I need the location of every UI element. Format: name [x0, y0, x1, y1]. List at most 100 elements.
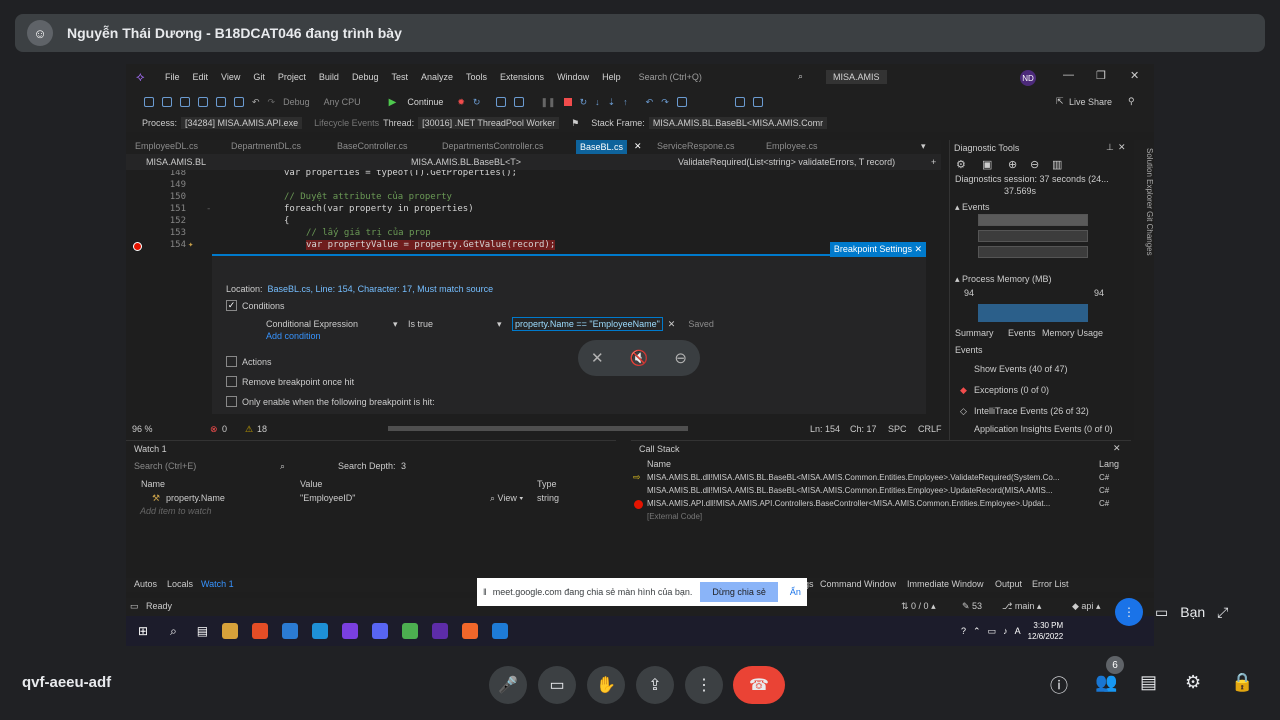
- live-share-icon[interactable]: ⇱: [1056, 96, 1064, 107]
- repo-status[interactable]: ◆ api ▴: [1072, 601, 1100, 612]
- chrome-icon[interactable]: [402, 623, 419, 639]
- tab-servicerespone[interactable]: ServiceRespone.cs: [657, 141, 735, 151]
- search-icon[interactable]: ⌕: [280, 461, 285, 472]
- restart-icon[interactable]: ↻: [580, 97, 588, 108]
- menu-view[interactable]: View: [221, 72, 240, 82]
- tab-summary[interactable]: Summary: [955, 328, 994, 338]
- open-icon[interactable]: [198, 97, 208, 107]
- remove-condition-icon[interactable]: ✕: [668, 319, 676, 330]
- tab-output[interactable]: Output: [995, 579, 1022, 589]
- menu-window[interactable]: Window: [557, 72, 589, 82]
- flag-icon[interactable]: ⚑: [571, 118, 579, 129]
- network-icon[interactable]: ▭: [988, 626, 997, 637]
- menu-file[interactable]: File: [165, 72, 180, 82]
- tab-overflow-icon[interactable]: ▾: [921, 141, 926, 152]
- config-select[interactable]: Debug: [283, 97, 310, 107]
- tab-employeedl[interactable]: EmployeeDL.cs: [135, 141, 198, 151]
- menu-build[interactable]: Build: [319, 72, 339, 82]
- clock[interactable]: 3:30 PM 12/6/2022: [1028, 620, 1064, 642]
- mute-off-icon[interactable]: 🔇: [630, 349, 649, 367]
- error-count[interactable]: 0: [222, 424, 227, 434]
- call-stack-row[interactable]: MISA.AMIS.BL.dll!MISA.AMIS.BL.BaseBL<MIS…: [647, 486, 1052, 495]
- language-icon[interactable]: A: [1015, 626, 1021, 636]
- intellitrace-link[interactable]: IntelliTrace Events (26 of 32): [974, 406, 1089, 416]
- hot-reload-icon[interactable]: ✹: [457, 97, 465, 108]
- lifecycle-events-button[interactable]: Lifecycle Events: [314, 118, 379, 128]
- undo-icon[interactable]: ↶: [252, 97, 260, 108]
- platform-select[interactable]: Any CPU: [324, 97, 361, 107]
- condition-op-select[interactable]: Is true: [408, 319, 492, 329]
- tab-autos[interactable]: Autos: [134, 579, 157, 589]
- microphone-button[interactable]: 🎤: [489, 666, 527, 704]
- present-screen-button[interactable]: ⇪: [636, 666, 674, 704]
- menu-git[interactable]: Git: [253, 72, 265, 82]
- nav-class[interactable]: MISA.AMIS.BL.BaseBL<T>: [411, 157, 521, 167]
- camera-button[interactable]: ▭: [538, 666, 576, 704]
- chevron-down-icon[interactable]: ▾: [497, 319, 507, 330]
- show-events-link[interactable]: Show Events (40 of 47): [974, 364, 1068, 374]
- menu-help[interactable]: Help: [602, 72, 621, 82]
- discord-icon[interactable]: [372, 623, 389, 639]
- split-editor-icon[interactable]: +: [931, 157, 936, 167]
- zoom-level[interactable]: 96 %: [132, 424, 153, 434]
- minimize-icon[interactable]: —: [1063, 69, 1074, 81]
- close-tab-icon[interactable]: ✕: [634, 141, 642, 152]
- feedback-icon[interactable]: ⚲: [1128, 96, 1135, 107]
- remove-icon[interactable]: ⊖: [674, 349, 687, 367]
- call-stack-row[interactable]: MISA.AMIS.BL.dll!MISA.AMIS.BL.BaseBL<MIS…: [647, 473, 1059, 482]
- chat-icon[interactable]: ▤: [1140, 672, 1157, 693]
- postman-icon[interactable]: [462, 623, 479, 639]
- chevron-down-icon[interactable]: ▾: [393, 319, 403, 330]
- drag-handle-icon[interactable]: ‖: [483, 587, 487, 597]
- settings-gear-icon[interactable]: ⚙: [956, 158, 966, 171]
- tab-immediate-window[interactable]: Immediate Window: [907, 579, 984, 589]
- pending-edits[interactable]: ✎ 53: [962, 601, 982, 612]
- cs-col-name[interactable]: Name: [647, 459, 671, 469]
- brave-browser-icon[interactable]: [252, 623, 269, 639]
- redo-icon[interactable]: ↷: [268, 97, 276, 108]
- camera-off-icon[interactable]: ▭: [1155, 604, 1168, 621]
- nav-method[interactable]: ValidateRequired(List<string> validateEr…: [678, 157, 895, 167]
- snapshot-icon[interactable]: ▣: [982, 158, 992, 171]
- external-code-row[interactable]: [External Code]: [647, 512, 702, 521]
- view-visualizer-button[interactable]: ⌕ View ▾: [490, 493, 523, 504]
- window-icon[interactable]: [514, 97, 525, 107]
- save-all-icon[interactable]: [234, 97, 244, 107]
- expand-icon[interactable]: ⤢: [1217, 604, 1228, 621]
- tab-command-window[interactable]: Command Window: [820, 579, 896, 589]
- call-stack-row[interactable]: MISA.AMIS.API.dll!MISA.AMIS.API.Controll…: [647, 499, 1050, 508]
- condition-expression-input[interactable]: property.Name == "EmployeeName": [512, 317, 663, 331]
- col-value[interactable]: Value: [300, 479, 322, 489]
- collapse-icon[interactable]: -: [206, 204, 211, 214]
- continue-icon[interactable]: ▶: [389, 97, 397, 108]
- tab-departmentdl[interactable]: DepartmentDL.cs: [231, 141, 301, 151]
- zoom-out-icon[interactable]: ⊖: [1030, 158, 1039, 171]
- user-avatar[interactable]: ND: [1020, 70, 1036, 86]
- line-ending-indicator[interactable]: CRLF: [918, 424, 942, 434]
- conditions-checkbox[interactable]: ✓: [226, 300, 237, 311]
- stack-frame-select[interactable]: MISA.AMIS.BL.BaseBL<MISA.AMIS.Comr: [648, 117, 828, 129]
- step-out-icon[interactable]: ↑: [623, 97, 628, 107]
- horizontal-scrollbar[interactable]: [388, 426, 688, 431]
- watch-row-value[interactable]: "EmployeeID": [300, 493, 355, 503]
- search-depth-select[interactable]: 3: [401, 461, 406, 471]
- refresh-icon[interactable]: ↻: [473, 97, 481, 108]
- terminal-icon[interactable]: [432, 623, 449, 639]
- info-icon[interactable]: ⓘ: [1050, 672, 1068, 698]
- app-s-icon[interactable]: [492, 623, 509, 639]
- branch-status[interactable]: ⎇ main ▴: [1002, 601, 1041, 612]
- volume-icon[interactable]: ♪: [1003, 626, 1008, 636]
- vs-search-box[interactable]: Search (Ctrl+Q): [639, 72, 702, 82]
- pin-icon[interactable]: ⊥: [1106, 142, 1114, 153]
- browser-link-icon[interactable]: [496, 97, 507, 107]
- hide-notice-button[interactable]: Ẩn: [790, 587, 801, 597]
- menu-tools[interactable]: Tools: [466, 72, 487, 82]
- tab-error-list[interactable]: Error List: [1032, 579, 1069, 589]
- process-select[interactable]: [34284] MISA.AMIS.API.exe: [181, 117, 303, 129]
- code-editor[interactable]: 148 var properties = typeof(T).GetProper…: [126, 170, 941, 262]
- actions-checkbox[interactable]: [226, 356, 237, 367]
- close-icon[interactable]: ✕: [914, 244, 922, 254]
- stop-icon[interactable]: [563, 98, 572, 106]
- only-enable-checkbox[interactable]: [226, 396, 237, 407]
- col-type[interactable]: Type: [537, 479, 557, 489]
